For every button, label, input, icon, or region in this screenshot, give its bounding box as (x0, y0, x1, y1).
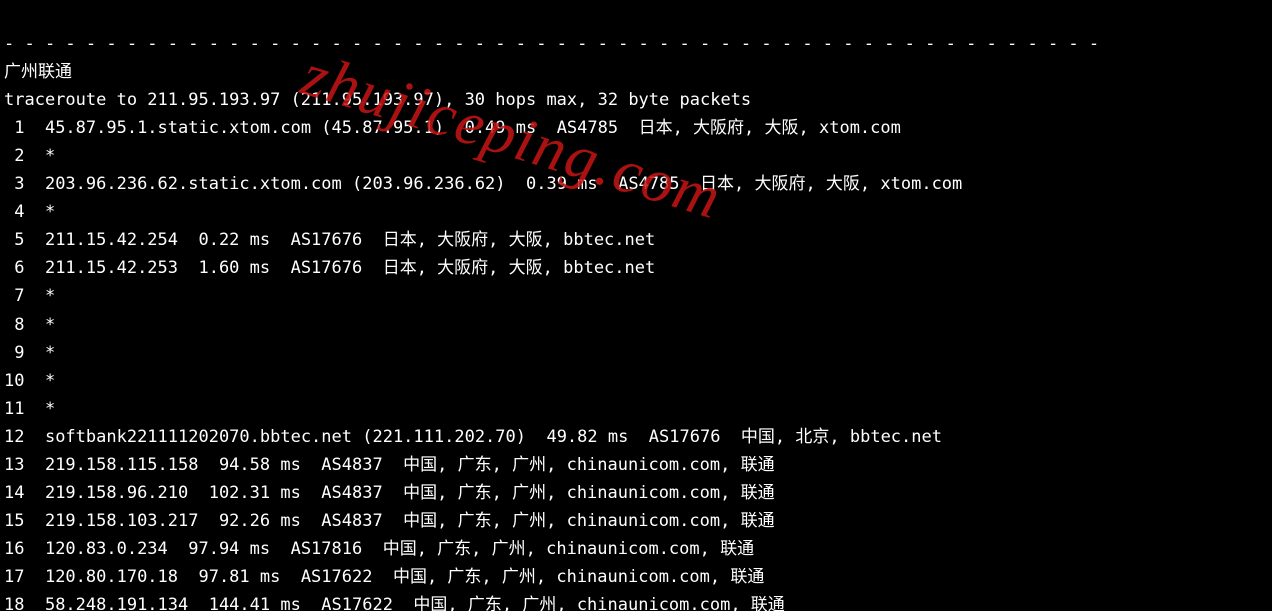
hop-number: 5 (4, 226, 24, 254)
location-header: 广州联通 (4, 62, 72, 82)
hop-detail: 219.158.96.210 102.31 ms AS4837 中国, 广东, … (45, 483, 775, 503)
hop-row: 12 softbank221111202070.bbtec.net (221.1… (4, 423, 1268, 451)
hop-number: 17 (4, 563, 24, 591)
hop-number: 6 (4, 254, 24, 282)
hop-row: 15 219.158.103.217 92.26 ms AS4837 中国, 广… (4, 507, 1268, 535)
hop-number: 8 (4, 311, 24, 339)
hop-row: 18 58.248.191.134 144.41 ms AS17622 中国, … (4, 591, 1268, 611)
hop-number: 1 (4, 114, 24, 142)
hop-row: 2 * (4, 142, 1268, 170)
hop-number: 7 (4, 282, 24, 310)
hop-number: 9 (4, 339, 24, 367)
hop-detail: 219.158.115.158 94.58 ms AS4837 中国, 广东, … (45, 455, 775, 475)
terminal-output[interactable]: - - - - - - - - - - - - - - - - - - - - … (0, 0, 1272, 611)
hop-detail: 120.83.0.234 97.94 ms AS17816 中国, 广东, 广州… (45, 539, 754, 559)
hop-row: 17 120.80.170.18 97.81 ms AS17622 中国, 广东… (4, 563, 1268, 591)
hop-row: 10 * (4, 367, 1268, 395)
hop-detail: * (45, 371, 55, 391)
hop-detail: softbank221111202070.bbtec.net (221.111.… (45, 427, 942, 447)
hop-row: 8 * (4, 311, 1268, 339)
hop-detail: 219.158.103.217 92.26 ms AS4837 中国, 广东, … (45, 511, 775, 531)
hop-row: 3 203.96.236.62.static.xtom.com (203.96.… (4, 170, 1268, 198)
hop-row: 6 211.15.42.253 1.60 ms AS17676 日本, 大阪府,… (4, 254, 1268, 282)
hop-number: 10 (4, 367, 24, 395)
hop-row: 1 45.87.95.1.static.xtom.com (45.87.95.1… (4, 114, 1268, 142)
hop-detail: 211.15.42.253 1.60 ms AS17676 日本, 大阪府, 大… (45, 258, 655, 278)
hop-detail: 203.96.236.62.static.xtom.com (203.96.23… (45, 174, 962, 194)
hop-row: 13 219.158.115.158 94.58 ms AS4837 中国, 广… (4, 451, 1268, 479)
hop-row: 4 * (4, 198, 1268, 226)
hop-detail: * (45, 286, 55, 306)
hop-detail: 58.248.191.134 144.41 ms AS17622 中国, 广东,… (45, 595, 785, 611)
hop-number: 12 (4, 423, 24, 451)
hop-number: 15 (4, 507, 24, 535)
hop-row: 14 219.158.96.210 102.31 ms AS4837 中国, 广… (4, 479, 1268, 507)
hop-detail: 120.80.170.18 97.81 ms AS17622 中国, 广东, 广… (45, 567, 764, 587)
hop-number: 18 (4, 591, 24, 611)
hop-number: 2 (4, 142, 24, 170)
hop-number: 16 (4, 535, 24, 563)
hop-detail: * (45, 343, 55, 363)
hop-number: 3 (4, 170, 24, 198)
hop-detail: 211.15.42.254 0.22 ms AS17676 日本, 大阪府, 大… (45, 230, 655, 250)
separator-line: - - - - - - - - - - - - - - - - - - - - … (4, 34, 1099, 54)
hop-row: 5 211.15.42.254 0.22 ms AS17676 日本, 大阪府,… (4, 226, 1268, 254)
hop-row: 16 120.83.0.234 97.94 ms AS17816 中国, 广东,… (4, 535, 1268, 563)
hop-number: 4 (4, 198, 24, 226)
hop-detail: * (45, 202, 55, 222)
traceroute-command-line: traceroute to 211.95.193.97 (211.95.193.… (4, 90, 751, 110)
hop-number: 13 (4, 451, 24, 479)
hop-row: 9 * (4, 339, 1268, 367)
hop-row: 11 * (4, 395, 1268, 423)
hop-number: 11 (4, 395, 24, 423)
hop-detail: * (45, 146, 55, 166)
hop-number: 14 (4, 479, 24, 507)
hop-detail: * (45, 315, 55, 335)
hop-detail: 45.87.95.1.static.xtom.com (45.87.95.1) … (45, 118, 901, 138)
hops-list: 1 45.87.95.1.static.xtom.com (45.87.95.1… (4, 114, 1268, 611)
hop-detail: * (45, 399, 55, 419)
hop-row: 7 * (4, 282, 1268, 310)
